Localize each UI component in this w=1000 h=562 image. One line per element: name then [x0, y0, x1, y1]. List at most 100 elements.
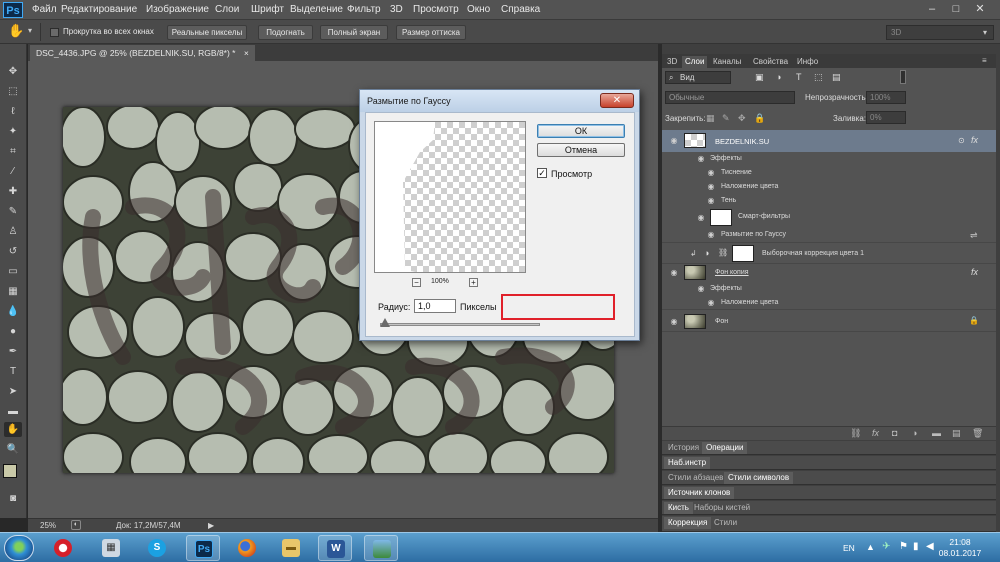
- tab-styles[interactable]: Стили: [710, 517, 741, 529]
- gradient-tool-icon[interactable]: ▦: [4, 284, 22, 299]
- effect-row-color-overlay[interactable]: ◉ Наложение цвета: [662, 296, 996, 310]
- clone-stamp-tool-icon[interactable]: ♙: [4, 224, 22, 239]
- layer-name[interactable]: Выборочная коррекция цвета 1: [762, 250, 864, 257]
- preview-checkbox[interactable]: ✓: [537, 168, 547, 178]
- tab-character-styles[interactable]: Стили символов: [724, 472, 794, 484]
- visibility-eye-icon[interactable]: ◉: [706, 231, 716, 239]
- quick-mask-icon[interactable]: ◙: [4, 491, 22, 506]
- filter-pixel-icon[interactable]: ▣: [755, 72, 764, 83]
- tab-brush[interactable]: Кисть: [664, 502, 693, 514]
- healing-brush-tool-icon[interactable]: ✚: [4, 184, 22, 199]
- visibility-eye-icon[interactable]: ◉: [696, 155, 706, 163]
- fit-screen-button[interactable]: Подогнать: [258, 25, 313, 40]
- menu-3d[interactable]: 3D: [390, 4, 403, 15]
- fx-icon[interactable]: fx: [971, 135, 978, 145]
- cancel-button[interactable]: Отмена: [537, 143, 625, 157]
- menu-select[interactable]: Выделение: [290, 4, 343, 15]
- delete-layer-icon[interactable]: 🗑: [972, 428, 983, 439]
- close-tab-icon[interactable]: ×: [244, 48, 249, 58]
- hand-tool-icon[interactable]: ✋: [8, 23, 24, 39]
- tool-preset-chevron-icon[interactable]: ▾: [28, 26, 32, 35]
- visibility-eye-icon[interactable]: ◉: [669, 318, 679, 326]
- zoom-tool-icon[interactable]: 🔍: [4, 442, 22, 457]
- minimize-button[interactable]: –: [924, 2, 940, 16]
- filter-adjustment-icon[interactable]: ◑: [776, 72, 781, 82]
- layer-row-background-copy[interactable]: ◉ Фон копия fx: [662, 264, 996, 282]
- eyedropper-tool-icon[interactable]: ⁄: [4, 164, 22, 179]
- radius-slider-thumb[interactable]: [380, 318, 390, 327]
- filter-options-icon[interactable]: ⇌: [970, 230, 978, 241]
- visibility-eye-icon[interactable]: ◉: [696, 214, 706, 222]
- menu-view[interactable]: Просмотр: [413, 4, 459, 15]
- layer-name[interactable]: Фон: [715, 318, 728, 325]
- taskbar-calculator[interactable]: ▦: [94, 535, 128, 561]
- fx-icon[interactable]: fx: [971, 267, 978, 277]
- layer-row-background[interactable]: ◉ Фон 🔒: [662, 312, 996, 332]
- new-adjustment-icon[interactable]: ◑: [912, 428, 917, 438]
- lock-all-icon[interactable]: 🔒: [754, 113, 765, 124]
- crop-tool-icon[interactable]: ⌗: [4, 144, 22, 159]
- tab-layers[interactable]: Слои: [682, 56, 708, 68]
- tab-history[interactable]: История: [664, 442, 703, 454]
- maximize-button[interactable]: □: [948, 2, 964, 16]
- document-tab[interactable]: DSC_4436.JPG @ 25% (BEZDELNIK.SU, RGB/8*…: [30, 45, 255, 61]
- effect-row-color-overlay[interactable]: ◉ Наложение цвета: [662, 180, 996, 194]
- menu-file[interactable]: Файл: [32, 4, 57, 15]
- visibility-eye-icon[interactable]: ◉: [706, 299, 716, 307]
- close-window-button[interactable]: ✕: [972, 2, 988, 16]
- zoom-level[interactable]: 25%: [40, 521, 56, 530]
- radius-slider-track[interactable]: [380, 323, 540, 326]
- smart-filters-row[interactable]: ◉ Смарт-фильтры: [662, 208, 996, 228]
- real-pixels-button[interactable]: Реальные пикселы: [167, 25, 247, 40]
- lock-pixels-icon[interactable]: ✎: [722, 113, 730, 124]
- effect-row-emboss[interactable]: ◉ Тиснение: [662, 166, 996, 180]
- status-menu-arrow-icon[interactable]: ▶: [208, 521, 214, 530]
- lock-transparent-icon[interactable]: ▦: [706, 113, 715, 124]
- filter-type-icon[interactable]: T: [796, 72, 802, 82]
- visibility-eye-icon[interactable]: ◉: [669, 269, 679, 277]
- filter-row-gaussian-blur[interactable]: ◉ Размытие по Гауссу ⇌: [662, 228, 996, 242]
- dodge-tool-icon[interactable]: ●: [4, 324, 22, 339]
- taskbar-opera[interactable]: [46, 535, 80, 561]
- layer-name[interactable]: Фон копия: [715, 269, 749, 276]
- filter-smart-icon[interactable]: ▤: [832, 72, 841, 83]
- link-layers-icon[interactable]: ⛓: [850, 428, 861, 439]
- language-indicator[interactable]: EN: [843, 543, 855, 553]
- layer-kind-filter[interactable]: ⌕ Вид: [665, 71, 731, 84]
- dialog-close-button[interactable]: ✕: [600, 93, 634, 108]
- effects-row[interactable]: ◉ Эффекты: [662, 152, 996, 166]
- taskbar-firefox[interactable]: [230, 535, 264, 561]
- zoom-out-button[interactable]: −: [412, 278, 421, 287]
- layer-row-selective-color[interactable]: ↲ ◑ ⛓ Выборочная коррекция цвета 1: [662, 242, 996, 264]
- taskbar-photo-viewer[interactable]: [364, 535, 398, 561]
- tab-properties[interactable]: Свойства: [750, 56, 791, 68]
- menu-type[interactable]: Шрифт: [251, 4, 284, 15]
- lasso-tool-icon[interactable]: ℓ: [4, 104, 22, 119]
- layer-name[interactable]: BEZDELNIK.SU: [715, 137, 769, 146]
- tab-3d[interactable]: 3D: [664, 56, 680, 68]
- magic-wand-tool-icon[interactable]: ✦: [4, 124, 22, 139]
- path-selection-tool-icon[interactable]: ➤: [4, 384, 22, 399]
- zoom-in-button[interactable]: +: [469, 278, 478, 287]
- menu-help[interactable]: Справка: [501, 4, 540, 15]
- visibility-eye-icon[interactable]: ◉: [696, 285, 706, 293]
- menu-filter[interactable]: Фильтр: [347, 4, 381, 15]
- blur-tool-icon[interactable]: 💧: [4, 304, 22, 319]
- visibility-eye-icon[interactable]: ◉: [706, 169, 716, 177]
- system-clock[interactable]: 21:08 08.01.2017: [930, 537, 990, 559]
- tab-brush-presets[interactable]: Наборы кистей: [690, 502, 754, 514]
- menu-edit[interactable]: Редактирование: [61, 4, 137, 15]
- tab-tool-presets[interactable]: Наб.инстр: [664, 457, 711, 469]
- add-style-icon[interactable]: fx: [872, 428, 879, 438]
- filter-toggle[interactable]: [900, 70, 906, 84]
- fill-input[interactable]: 0%: [866, 111, 906, 124]
- start-button[interactable]: [4, 535, 34, 561]
- tab-actions[interactable]: Операции: [702, 442, 748, 454]
- visibility-eye-icon[interactable]: ◉: [706, 197, 716, 205]
- layer-row-selected[interactable]: ◉ BEZDELNIK.SU ⊙ fx: [662, 130, 996, 152]
- taskbar-skype[interactable]: S: [140, 535, 174, 561]
- effects-row[interactable]: ◉ Эффекты: [662, 282, 996, 296]
- pen-tool-icon[interactable]: ✒: [4, 344, 22, 359]
- taskbar-photoshop[interactable]: Ps: [186, 535, 220, 561]
- brush-tool-icon[interactable]: ✎: [4, 204, 22, 219]
